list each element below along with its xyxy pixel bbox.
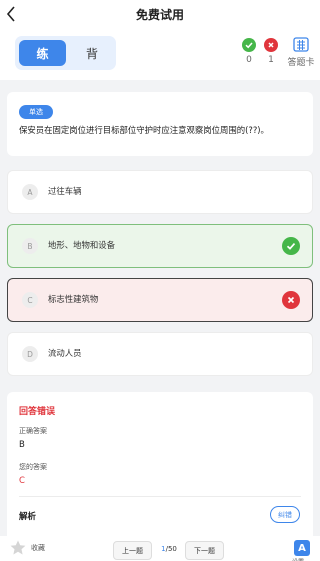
memorize-mode-button[interactable]: 背 <box>71 40 113 66</box>
option-b[interactable]: B 地形、地物和设备 <box>7 224 313 268</box>
option-letter: A <box>22 184 38 200</box>
page-indicator: 1/50 <box>154 545 184 553</box>
next-question-button[interactable]: 下一题 <box>185 541 224 560</box>
wrong-cross-icon <box>282 291 300 309</box>
correct-count-stat: 0 <box>237 38 261 65</box>
answer-card-icon <box>293 37 309 52</box>
option-text: 标志性建筑物 <box>48 294 99 304</box>
star-icon <box>10 540 26 555</box>
mode-bar: 练 背 0 1 答题卡 <box>0 28 320 80</box>
option-text: 地形、地物和设备 <box>48 240 115 250</box>
correct-answer-value: B <box>19 440 25 450</box>
option-text: 流动人员 <box>48 348 82 358</box>
answer-card-button[interactable]: 答题卡 <box>284 37 318 68</box>
correct-check-icon <box>282 237 300 255</box>
wrong-count-stat: 1 <box>259 38 283 65</box>
mode-switch: 练 背 <box>15 36 116 70</box>
answer-card-label: 答题卡 <box>287 58 315 68</box>
page-title: 免费试用 <box>135 7 184 22</box>
option-c[interactable]: C 标志性建筑物 <box>7 278 313 322</box>
correct-count: 0 <box>246 55 252 65</box>
your-answer-label: 您的答案 <box>19 463 47 471</box>
question-text: 保安员在固定岗位进行目标部位守护时应注意观察岗位周围的(??)。 <box>19 125 269 135</box>
question-card: 单选 保安员在固定岗位进行目标部位守护时应注意观察岗位周围的(??)。 <box>7 92 313 156</box>
correct-answer-label: 正确答案 <box>19 427 47 435</box>
option-letter: B <box>22 238 38 254</box>
total-pages: /50 <box>165 545 177 553</box>
divider <box>19 496 301 497</box>
font-settings-label: 设置 <box>292 557 304 561</box>
chevron-left-icon <box>6 6 15 22</box>
option-text: 过往车辆 <box>48 186 82 196</box>
report-error-button[interactable]: 纠错 <box>270 506 300 523</box>
prev-question-button[interactable]: 上一题 <box>113 541 152 560</box>
close-icon <box>264 38 278 52</box>
result-panel: 回答错误 正确答案 B 您的答案 C 解析 纠错 <box>7 392 313 542</box>
back-button[interactable] <box>2 4 22 24</box>
your-answer-value: C <box>19 476 25 486</box>
option-letter: D <box>22 346 38 362</box>
font-size-icon[interactable]: A <box>294 540 310 556</box>
question-type-badge: 单选 <box>19 105 53 119</box>
bottom-bar: 收藏 上一题 1/50 下一题 A 设置 <box>0 536 320 561</box>
check-icon <box>242 38 256 52</box>
top-bar: 免费试用 <box>0 0 320 28</box>
option-a[interactable]: A 过往车辆 <box>7 170 313 214</box>
practice-mode-button[interactable]: 练 <box>19 40 66 66</box>
analysis-heading: 解析 <box>19 512 37 522</box>
result-title: 回答错误 <box>19 407 56 417</box>
wrong-count: 1 <box>268 55 274 65</box>
favorite-button[interactable]: 收藏 <box>9 539 45 557</box>
option-d[interactable]: D 流动人员 <box>7 332 313 376</box>
favorite-label: 收藏 <box>31 544 45 552</box>
option-letter: C <box>22 292 38 308</box>
